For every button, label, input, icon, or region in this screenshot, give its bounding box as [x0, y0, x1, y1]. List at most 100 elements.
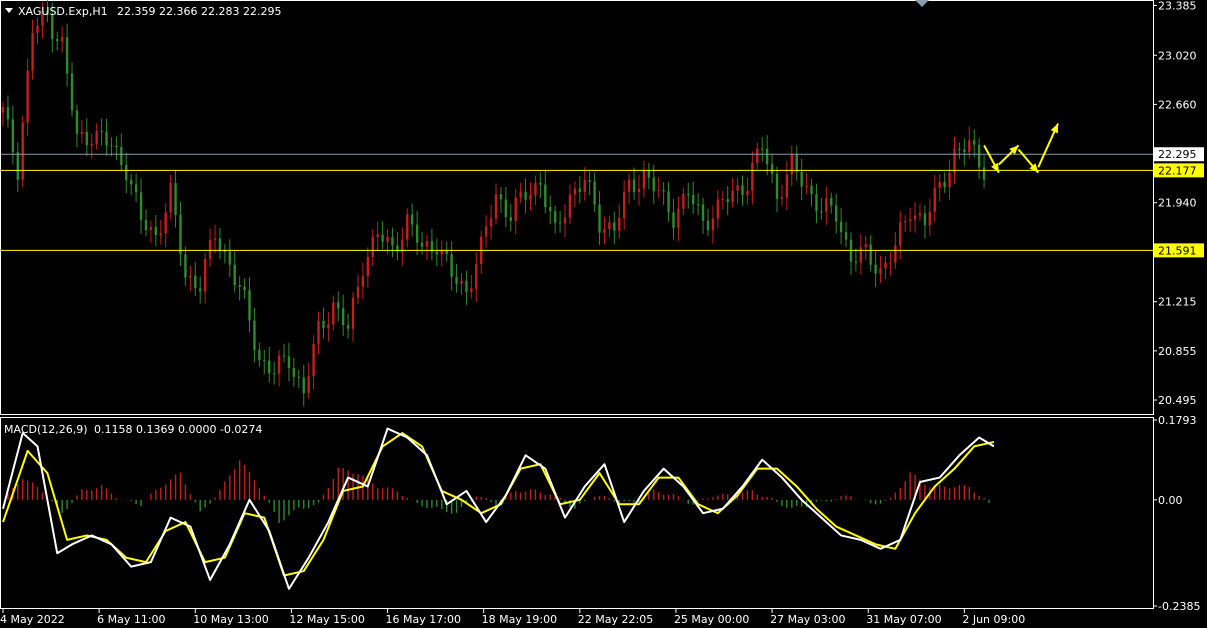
candle-body	[85, 131, 89, 146]
candle-body	[258, 349, 261, 361]
candle-body	[736, 185, 739, 191]
candle-body	[844, 232, 848, 240]
price-tick-label: 20.495	[1158, 394, 1197, 407]
candle-body	[475, 264, 478, 289]
candle-body	[415, 224, 419, 243]
candle-body	[332, 302, 335, 325]
candle-body	[603, 229, 606, 233]
candle-body	[60, 37, 64, 42]
candle-body	[223, 250, 227, 252]
candle-body	[184, 254, 187, 278]
candle-body	[958, 148, 961, 150]
candle-body	[696, 204, 700, 206]
candle-body	[341, 308, 345, 326]
candle-body	[677, 208, 680, 229]
candle-body	[248, 290, 251, 321]
candle-body	[302, 377, 305, 394]
candle-body	[687, 193, 690, 196]
candle-body	[830, 198, 833, 206]
candle-body	[524, 191, 527, 200]
candle-body	[164, 212, 167, 234]
candle-body	[573, 188, 577, 195]
candle-body	[903, 221, 907, 223]
candle-body	[618, 217, 621, 231]
price-tick-label: 22.660	[1158, 98, 1197, 111]
candle-body	[31, 32, 34, 71]
chart-shift-marker-icon[interactable]	[915, 0, 929, 7]
candle-body	[578, 188, 582, 192]
candle-body	[622, 191, 626, 218]
candle-body	[129, 180, 133, 185]
candle-body	[701, 204, 705, 221]
price-tick-label: 21.940	[1158, 197, 1197, 210]
candle-body	[361, 276, 365, 287]
candle-body	[879, 268, 882, 274]
candle-body	[731, 190, 734, 203]
candle-body	[918, 213, 922, 216]
candle-body	[839, 221, 843, 233]
time-tick-label: 22 May 22:05	[578, 613, 653, 626]
candle-body	[307, 376, 310, 394]
candle-body	[356, 286, 360, 298]
candle-body	[637, 188, 641, 192]
candle-body	[770, 164, 774, 174]
candle-body	[864, 244, 867, 248]
time-tick-label: 4 May 2022	[0, 613, 65, 626]
candle-body	[277, 355, 281, 374]
candle-body	[756, 148, 759, 163]
candle-body	[800, 172, 803, 187]
candle-body	[213, 238, 217, 240]
candle-body	[667, 191, 670, 213]
candle-body	[869, 244, 872, 265]
candle-body	[627, 179, 631, 192]
candle-body	[682, 193, 685, 209]
candle-body	[553, 211, 557, 223]
candle-body	[134, 184, 138, 193]
candle-body	[194, 275, 197, 289]
candle-body	[948, 173, 951, 188]
candle-body	[563, 217, 567, 224]
candle-body	[455, 276, 458, 284]
candle-body	[371, 236, 374, 258]
candle-body	[159, 233, 162, 236]
candle-body	[51, 15, 54, 39]
candle-body	[11, 119, 15, 153]
candle-body	[938, 182, 941, 188]
macd-lines	[2, 427, 995, 590]
chart-canvas[interactable]: 23.385 23.020 22.660 22.295 21.940 21.215 20.8…	[0, 0, 1207, 628]
candle-body	[780, 197, 784, 199]
time-tick-label: 25 May 00:00	[674, 613, 749, 626]
candle-body	[125, 165, 128, 181]
candle-body	[337, 302, 340, 309]
time-tick-label: 18 May 19:00	[482, 613, 557, 626]
macd-tick-label: 0.1793	[1158, 414, 1197, 427]
macd-panel-frame	[0, 417, 1154, 609]
candle-body	[90, 143, 93, 146]
candle-body	[741, 185, 744, 196]
candle-body	[297, 376, 300, 378]
candle-body	[943, 182, 946, 188]
candle-body	[327, 324, 330, 329]
price-tag-label: 22.295	[1158, 148, 1197, 161]
price-panel-frame	[0, 0, 1154, 415]
candle-body	[115, 145, 118, 147]
symbol-menu-triangle-icon[interactable]	[5, 8, 13, 13]
candle-body	[933, 187, 936, 212]
candle-body	[963, 149, 966, 153]
candle-body	[672, 212, 675, 229]
macd-histogram	[7, 460, 990, 524]
candle-body	[647, 170, 651, 178]
candle-body	[322, 320, 325, 329]
candle-body	[982, 167, 986, 180]
candle-body	[598, 204, 601, 233]
candle-body	[489, 218, 493, 227]
candle-body	[420, 242, 424, 247]
candle-body	[539, 182, 542, 185]
candle-body	[928, 211, 932, 226]
candle-body	[80, 131, 84, 134]
candle-body	[110, 145, 113, 147]
candle-body	[608, 222, 611, 230]
candle-body	[208, 239, 212, 260]
candle-body	[494, 194, 498, 219]
candle-body	[751, 162, 754, 192]
